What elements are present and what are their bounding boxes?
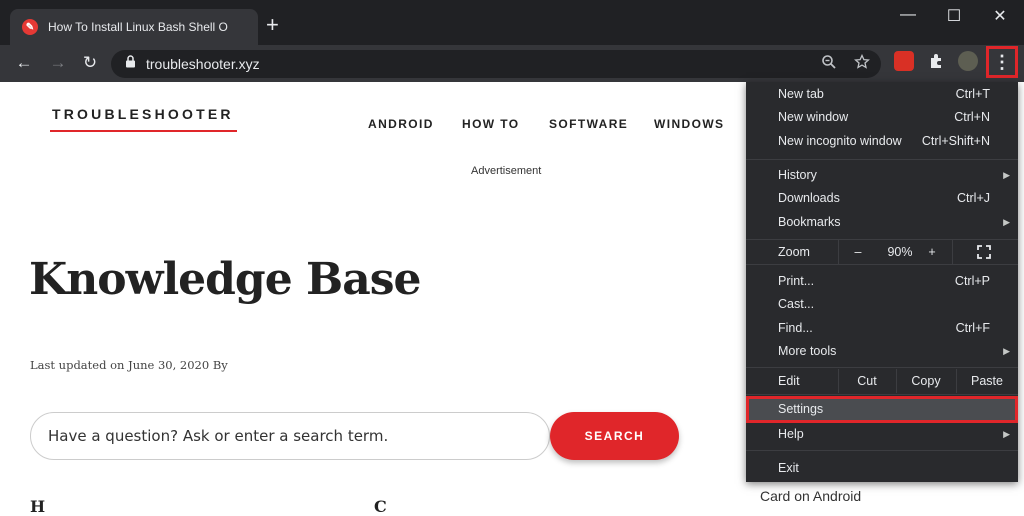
- nav-windows[interactable]: WINDOWS: [654, 117, 724, 131]
- menu-shortcut: Ctrl+Shift+N: [921, 134, 990, 148]
- menu-bookmarks[interactable]: Bookmarks ▶: [746, 210, 1018, 234]
- forward-button[interactable]: →: [47, 53, 69, 73]
- menu-label: Bookmarks: [778, 215, 841, 229]
- section-heading-fragment: H: [30, 497, 46, 516]
- paste-button[interactable]: Paste: [956, 369, 1018, 393]
- menu-label: Exit: [778, 461, 799, 475]
- search-button[interactable]: SEARCH: [550, 412, 679, 460]
- profile-avatar-icon[interactable]: [958, 51, 978, 71]
- menu-label: Zoom: [778, 245, 810, 259]
- title-bar: ✎ How To Install Linux Bash Shell O + — …: [0, 0, 1024, 45]
- menu-label: Edit: [778, 374, 800, 388]
- menu-divider: [838, 240, 839, 264]
- menu-more-tools[interactable]: More tools ▶: [746, 339, 1018, 363]
- menu-help[interactable]: Help ▶: [746, 422, 1018, 446]
- menu-downloads[interactable]: Downloads Ctrl+J: [746, 186, 1018, 210]
- nav-software[interactable]: SOFTWARE: [549, 117, 628, 131]
- menu-new-incognito-window[interactable]: New incognito window Ctrl+Shift+N: [746, 129, 1018, 153]
- page-title: Knowledge Base: [29, 254, 421, 305]
- updated-date: Last updated on June 30, 2020 By: [30, 358, 228, 372]
- menu-shortcut: Ctrl+T: [955, 87, 990, 101]
- menu-find[interactable]: Find... Ctrl+F: [746, 316, 1018, 340]
- url-text: troubleshooter.xyz: [146, 56, 260, 72]
- browser-toolbar: ← → ↻ troubleshooter.xyz: [0, 45, 1024, 82]
- lock-icon: [125, 55, 136, 71]
- menu-new-window[interactable]: New window Ctrl+N: [746, 105, 1018, 129]
- menu-cast[interactable]: Cast...: [746, 292, 1018, 316]
- submenu-arrow-icon: ▶: [1003, 170, 1010, 180]
- chrome-menu-button[interactable]: ⋮: [986, 46, 1018, 78]
- copy-button[interactable]: Copy: [896, 369, 956, 393]
- fullscreen-icon[interactable]: [972, 240, 996, 267]
- zoom-icon[interactable]: [821, 54, 837, 74]
- menu-divider: [746, 367, 1018, 368]
- tab-title: How To Install Linux Bash Shell O: [48, 20, 228, 34]
- cut-button[interactable]: Cut: [838, 369, 896, 393]
- reload-button[interactable]: ↻: [79, 53, 101, 73]
- menu-exit[interactable]: Exit: [746, 456, 1018, 480]
- nav-android[interactable]: ANDROID: [368, 117, 434, 131]
- menu-label: New tab: [778, 87, 824, 101]
- new-tab-button[interactable]: +: [266, 14, 279, 36]
- zoom-level: 90%: [887, 245, 913, 259]
- submenu-arrow-icon: ▶: [1003, 346, 1010, 356]
- nav-how-to[interactable]: HOW TO: [462, 117, 520, 131]
- menu-label: History: [778, 168, 817, 182]
- menu-shortcut: Ctrl+F: [955, 321, 990, 335]
- menu-settings[interactable]: Settings: [746, 396, 1018, 423]
- maximize-button[interactable]: ☐: [934, 6, 974, 26]
- menu-label: New incognito window: [778, 134, 902, 148]
- zoom-in-button[interactable]: +: [922, 240, 942, 264]
- submenu-arrow-icon: ▶: [1003, 429, 1010, 439]
- menu-divider: [746, 450, 1018, 451]
- advertisement-label: Advertisement: [471, 165, 542, 177]
- menu-shortcut: Ctrl+P: [954, 274, 990, 288]
- star-icon[interactable]: [854, 53, 870, 74]
- site-logo[interactable]: TROUBLESHOOTER: [52, 106, 234, 122]
- menu-label: Find...: [778, 321, 813, 335]
- menu-label: Help: [778, 427, 804, 441]
- menu-divider: [952, 240, 953, 264]
- menu-label: New window: [778, 110, 849, 124]
- minimize-button[interactable]: —: [888, 6, 928, 24]
- search-input[interactable]: Have a question? Ask or enter a search t…: [30, 412, 550, 460]
- menu-zoom-row: Zoom – 90% +: [746, 240, 1018, 264]
- submenu-arrow-icon: ▶: [1003, 217, 1010, 227]
- menu-print[interactable]: Print... Ctrl+P: [746, 269, 1018, 293]
- menu-divider: [746, 159, 1018, 160]
- extensions-puzzle-icon[interactable]: [927, 51, 947, 71]
- chrome-menu: New tab Ctrl+T New window Ctrl+N New incog…: [746, 82, 1018, 482]
- back-button[interactable]: ←: [13, 53, 35, 73]
- site-favicon-icon: ✎: [22, 19, 38, 35]
- menu-label: Print...: [778, 274, 815, 288]
- address-bar[interactable]: troubleshooter.xyz: [111, 50, 881, 78]
- menu-label: More tools: [778, 344, 837, 358]
- close-window-button[interactable]: ✕: [980, 6, 1020, 26]
- menu-history[interactable]: History ▶: [746, 163, 1018, 187]
- menu-label: Cast...: [778, 297, 815, 311]
- menu-new-tab[interactable]: New tab Ctrl+T: [746, 82, 1018, 106]
- card-on-android-link[interactable]: Card on Android: [760, 488, 861, 504]
- todoist-extension-icon[interactable]: [894, 51, 914, 71]
- menu-edit-row: Edit Cut Copy Paste: [746, 369, 1018, 393]
- menu-divider: [746, 264, 1018, 265]
- menu-shortcut: Ctrl+J: [957, 191, 990, 205]
- zoom-out-button[interactable]: –: [846, 240, 870, 264]
- browser-tab[interactable]: ✎ How To Install Linux Bash Shell O: [10, 9, 258, 45]
- menu-label: Downloads: [778, 191, 840, 205]
- section-heading-fragment: C: [374, 497, 387, 516]
- menu-divider: [746, 394, 1018, 395]
- logo-underline: [50, 130, 237, 132]
- menu-label: Settings: [778, 402, 824, 416]
- menu-shortcut: Ctrl+N: [954, 110, 990, 124]
